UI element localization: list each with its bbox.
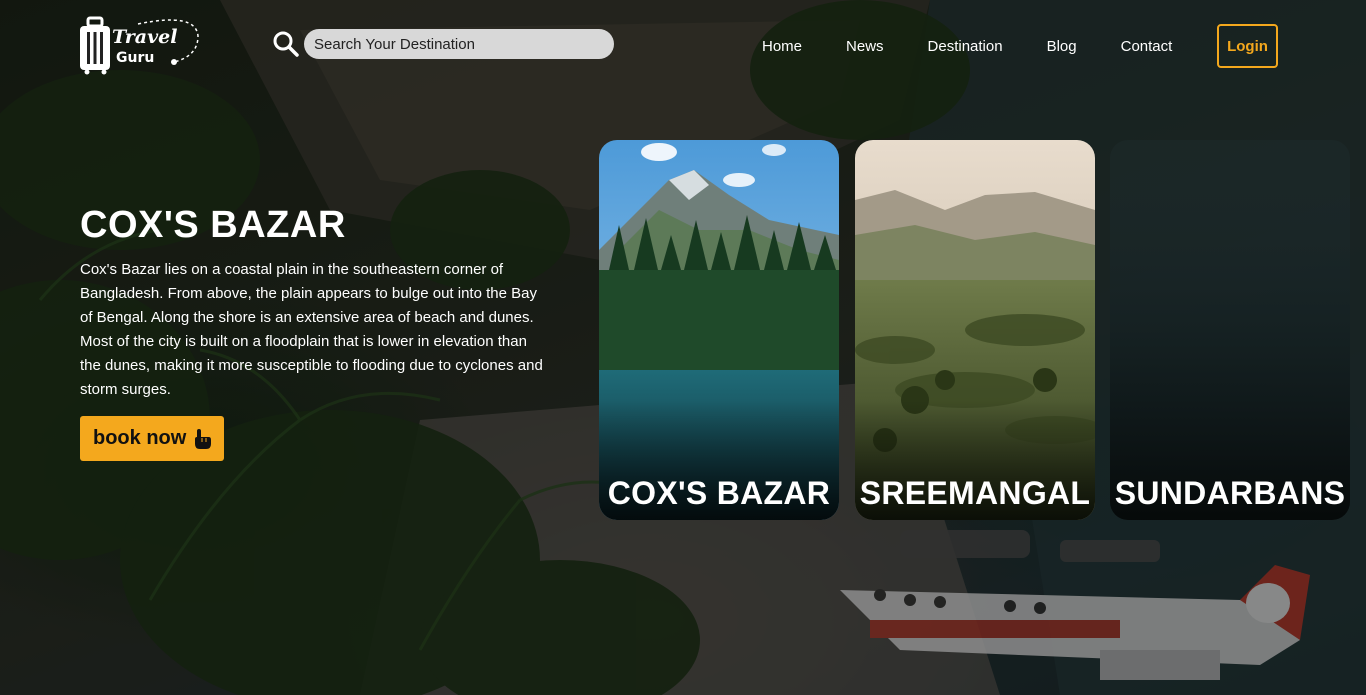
brand-name-line1: Travel xyxy=(112,26,178,48)
destination-card-title: SREEMANGAL xyxy=(859,475,1091,511)
hero-description: Cox's Bazar lies on a coastal plain in t… xyxy=(80,261,543,398)
login-button[interactable]: Login xyxy=(1217,24,1278,68)
book-now-label: book now xyxy=(93,427,187,449)
nav-link-news[interactable]: News xyxy=(824,38,906,55)
brand-logo[interactable]: Travel Guru xyxy=(78,16,202,76)
pointing-hand-icon xyxy=(195,428,212,449)
nav-link-contact[interactable]: Contact xyxy=(1099,38,1195,55)
card-photo-dark xyxy=(1110,140,1350,520)
search-bar xyxy=(272,29,614,59)
nav-link-blog[interactable]: Blog xyxy=(1025,38,1099,55)
book-now-button[interactable]: book now xyxy=(80,416,225,461)
page: Travel Guru Home News Destination Blog C… xyxy=(0,0,1366,695)
nav-link-destination[interactable]: Destination xyxy=(906,38,1025,55)
brand-name-line2: Guru xyxy=(116,50,155,66)
search-icon[interactable] xyxy=(272,30,300,58)
destination-card-sundarbans[interactable]: SUNDARBANS xyxy=(1110,140,1350,520)
destination-card-title: SUNDARBANS xyxy=(1114,475,1346,511)
search-input[interactable] xyxy=(304,29,614,59)
hero-title: COX'S BAZAR xyxy=(80,204,346,246)
nav-link-home[interactable]: Home xyxy=(740,38,824,55)
destination-card-coxs-bazar[interactable]: COX'S BAZAR xyxy=(599,140,839,520)
main-nav: Home News Destination Blog Contact xyxy=(740,24,1194,68)
destination-card-sreemangal[interactable]: SREEMANGAL xyxy=(855,140,1095,520)
destination-card-title: COX'S BAZAR xyxy=(607,475,831,511)
